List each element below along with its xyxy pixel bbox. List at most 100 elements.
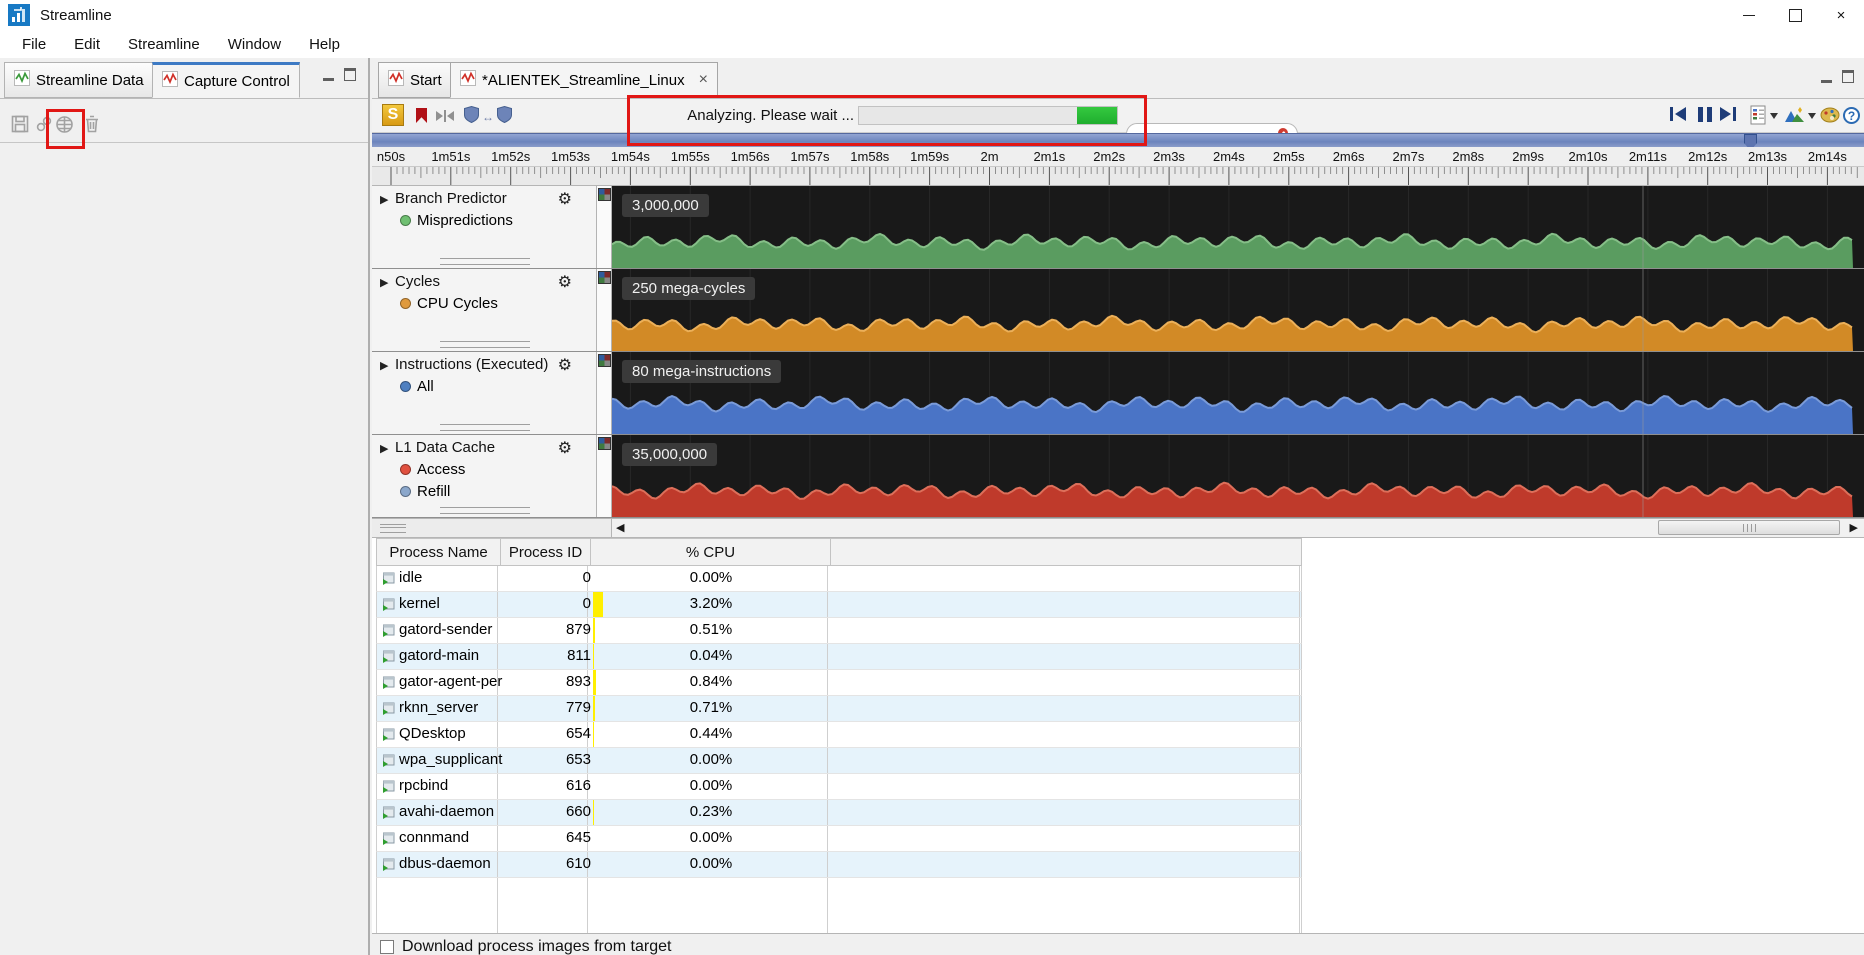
process-row-qdesktop[interactable]: QDesktop6540.44% xyxy=(376,722,1302,748)
skip-to-start-button[interactable] xyxy=(1670,107,1686,121)
process-id: 610 xyxy=(501,855,591,872)
chart-plot-l1-data-cache[interactable]: 35,000,000 xyxy=(612,435,1864,517)
gear-icon[interactable]: ⚙ xyxy=(558,272,572,292)
menu-help[interactable]: Help xyxy=(295,36,354,53)
column-divider xyxy=(587,878,588,933)
streamline-logo-icon: S xyxy=(382,104,404,126)
chart-label-cycles[interactable]: ▶Cycles⚙CPU Cycles xyxy=(372,269,597,351)
expand-arrow-icon[interactable]: ▶ xyxy=(380,359,388,372)
tab-close-icon[interactable]: × xyxy=(699,73,708,87)
gear-icon[interactable]: ⚙ xyxy=(558,438,572,458)
chart-resize-handle[interactable] xyxy=(440,341,530,348)
process-row-rpcbind[interactable]: rpcbind6160.00% xyxy=(376,774,1302,800)
expand-arrow-icon[interactable]: ▶ xyxy=(380,193,388,206)
expand-arrow-icon[interactable]: ▶ xyxy=(380,442,388,455)
help-icon[interactable]: ? xyxy=(1843,107,1860,124)
svg-text:1m58s: 1m58s xyxy=(850,149,890,164)
tab-start[interactable]: Start xyxy=(378,62,452,98)
process-row-gatord-main[interactable]: gatord-main8110.04% xyxy=(376,644,1302,670)
chart-plot-cycles[interactable]: 250 mega-cycles xyxy=(612,269,1864,351)
timeline-ruler[interactable]: n50s1m51s1m52s1m53s1m54s1m55s1m56s1m57s1… xyxy=(372,147,1864,186)
process-id: 811 xyxy=(501,647,591,664)
gear-icon[interactable]: ⚙ xyxy=(558,189,572,209)
menu-streamline[interactable]: Streamline xyxy=(114,36,214,53)
process-id: 660 xyxy=(501,803,591,820)
chart-palette-icon[interactable] xyxy=(598,354,611,367)
download-images-checkbox[interactable] xyxy=(380,940,394,954)
scroll-left-icon[interactable]: ◀ xyxy=(616,521,624,534)
chart-resize-handle[interactable] xyxy=(440,507,530,514)
svg-text:2m8s: 2m8s xyxy=(1452,149,1484,164)
close-button[interactable]: × xyxy=(1818,0,1864,30)
process-row-wpa-supplicant[interactable]: wpa_supplicant6530.00% xyxy=(376,748,1302,774)
column-divider xyxy=(497,852,498,877)
process-row-gatord-sender[interactable]: gatord-sender8790.51% xyxy=(376,618,1302,644)
panel-resize-grip[interactable] xyxy=(380,524,406,533)
chart-label-branch-predictor[interactable]: ▶Branch Predictor⚙Mispredictions xyxy=(372,186,597,268)
hscroll-thumb[interactable] xyxy=(1658,520,1840,535)
process-row-gator-agent-per[interactable]: gator-agent-per8930.84% xyxy=(376,670,1302,696)
process-row-connmand[interactable]: connmand6450.00% xyxy=(376,826,1302,852)
report-dropdown-caret[interactable] xyxy=(1770,113,1778,119)
bottom-options-bar: Download process images from target xyxy=(372,934,1864,955)
process-icon xyxy=(382,728,395,745)
process-row-kernel[interactable]: kernel03.20% xyxy=(376,592,1302,618)
maximize-button[interactable] xyxy=(1772,0,1818,30)
minimize-button[interactable] xyxy=(1726,0,1772,30)
panel-maximize-icon[interactable] xyxy=(344,68,356,81)
process-row-dbus-daemon[interactable]: dbus-daemon6100.00% xyxy=(376,852,1302,878)
delete-icon[interactable] xyxy=(82,114,102,134)
chart-resize-handle[interactable] xyxy=(440,424,530,431)
series-access: Access xyxy=(400,461,465,478)
tab-streamline-data[interactable]: Streamline Data xyxy=(4,62,154,98)
column-header-process-id[interactable]: Process ID xyxy=(501,539,591,565)
column-divider xyxy=(827,878,828,933)
timeline-overview-bar[interactable] xyxy=(372,133,1864,147)
collapse-regions-icon[interactable] xyxy=(436,110,454,122)
pause-button[interactable] xyxy=(1698,107,1712,122)
skip-to-end-button[interactable] xyxy=(1720,107,1736,121)
menu-edit[interactable]: Edit xyxy=(60,36,114,53)
column-header-process-name[interactable]: Process Name xyxy=(377,539,501,565)
gear-icon[interactable]: ⚙ xyxy=(558,355,572,375)
scroll-right-icon[interactable]: ▶ xyxy=(1850,521,1858,534)
column-divider xyxy=(1299,696,1300,721)
prev-bookmark-icon[interactable] xyxy=(464,106,479,127)
menu-file[interactable]: File xyxy=(8,36,60,53)
editor-minimize-icon[interactable] xyxy=(1821,70,1832,83)
palette-icon[interactable] xyxy=(1820,107,1840,127)
process-icon xyxy=(382,780,395,797)
save-icon[interactable] xyxy=(10,114,30,134)
chart-view-dropdown-caret[interactable] xyxy=(1808,113,1816,119)
next-bookmark-icon[interactable] xyxy=(497,106,512,127)
tab-alientek-streamline-linux[interactable]: *ALIENTEK_Streamline_Linux × xyxy=(450,62,718,98)
editor-maximize-icon[interactable] xyxy=(1842,70,1854,83)
bookmark-icon[interactable] xyxy=(416,108,427,123)
chart-palette-icon[interactable] xyxy=(598,437,611,450)
process-row-rknn-server[interactable]: rknn_server7790.71% xyxy=(376,696,1302,722)
chart-palette-icon[interactable] xyxy=(598,188,611,201)
chart-view-icon[interactable] xyxy=(1784,107,1805,127)
globe-icon[interactable] xyxy=(54,114,74,134)
column-divider xyxy=(1299,826,1300,851)
process-row-idle[interactable]: idle00.00% xyxy=(376,566,1302,592)
column-divider xyxy=(497,878,498,933)
process-row-avahi-daemon[interactable]: avahi-daemon6600.23% xyxy=(376,800,1302,826)
column-divider xyxy=(1299,800,1300,825)
chart-plot-branch-predictor[interactable]: 3,000,000 xyxy=(612,186,1864,268)
tab-capture-control[interactable]: Capture Control xyxy=(152,62,300,98)
process-name: wpa_supplicant xyxy=(399,751,502,768)
timeline-toolbar: S ↔ Analyzing. Please wait ... 2m13.8s xyxy=(372,99,1864,133)
expand-arrow-icon[interactable]: ▶ xyxy=(380,276,388,289)
panel-minimize-icon[interactable] xyxy=(323,68,334,81)
menu-window[interactable]: Window xyxy=(214,36,295,53)
chart-label-l1-data-cache[interactable]: ▶L1 Data Cache⚙AccessRefill xyxy=(372,435,597,517)
sync-icon[interactable] xyxy=(34,114,54,134)
chart-palette-icon[interactable] xyxy=(598,271,611,284)
chart-plot-instructions-executed[interactable]: 80 mega-instructions xyxy=(612,352,1864,434)
svg-text:1m55s: 1m55s xyxy=(671,149,711,164)
column-header-cpu[interactable]: % CPU xyxy=(591,539,831,565)
chart-label-instructions-executed[interactable]: ▶Instructions (Executed)⚙All xyxy=(372,352,597,434)
chart-resize-handle[interactable] xyxy=(440,258,530,265)
report-options-icon[interactable] xyxy=(1750,105,1766,129)
